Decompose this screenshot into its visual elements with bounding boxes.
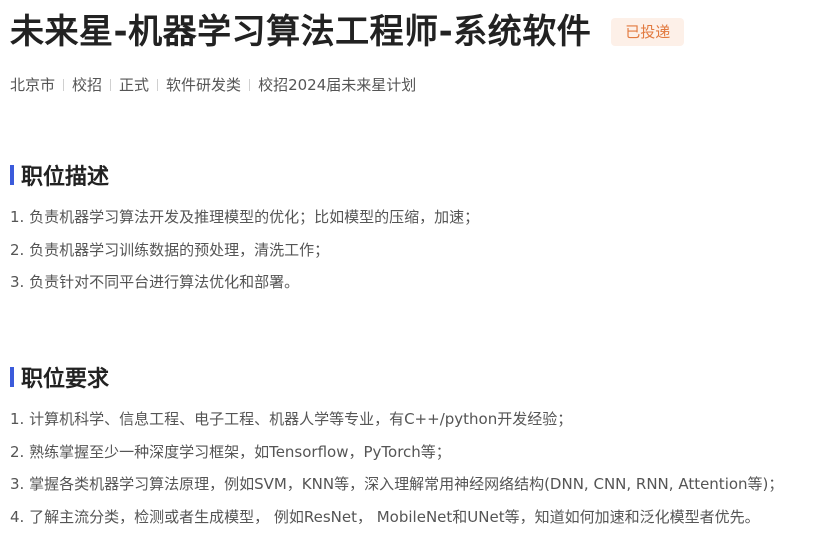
list-item: 3. 掌握各类机器学习算法原理，例如SVM，KNN等，深入理解常用神经网络结构(…: [10, 475, 784, 493]
job-title: 未来星-机器学习算法工程师-系统软件: [10, 12, 592, 52]
requirements-list: 1. 计算机科学、信息工程、电子工程、机器人学等专业，有C++/python开发…: [10, 403, 783, 533]
meta-divider: [249, 78, 251, 91]
list-item: 2. 负责机器学习训练数据的预处理，清洗工作；: [10, 240, 330, 259]
meta-employment-type: 正式: [119, 76, 150, 94]
meta-divider: [110, 78, 112, 91]
description-list: 1. 负责机器学习算法开发及推理模型的优化；比如模型的压缩，加速； 2. 负责机…: [10, 201, 479, 299]
section-accent-bar: [10, 367, 14, 387]
list-item: 1. 负责机器学习算法开发及推理模型的优化；比如模型的压缩，加速；: [10, 208, 480, 226]
status-badge: 已投递: [611, 18, 685, 46]
list-item: 2. 熟练掌握至少一种深度学习框架，如Tensorflow，PyTorch等；: [10, 442, 451, 461]
job-header: 未来星-机器学习算法工程师-系统软件 已投递: [10, 10, 685, 54]
list-item: 3. 负责针对不同平台进行算法优化和部署。: [10, 273, 300, 291]
meta-program: 校招2024届未来星计划: [258, 76, 417, 94]
requirements-heading-text: 职位要求: [21, 367, 110, 392]
requirements-heading: 职位要求: [10, 361, 109, 393]
meta-location: 北京市: [10, 76, 56, 94]
description-heading-text: 职位描述: [21, 165, 110, 190]
section-accent-bar: [10, 165, 14, 185]
meta-recruit-type: 校招: [72, 76, 103, 94]
list-item: 1. 计算机科学、信息工程、电子工程、机器人学等专业，有C++/python开发…: [10, 410, 573, 428]
list-item: 4. 了解主流分类，检测或者生成模型， 例如ResNet， MobileNet和…: [10, 507, 760, 526]
job-meta: 北京市 校招 正式 软件研发类 校招2024届未来星计划: [10, 74, 416, 95]
meta-category: 软件研发类: [166, 76, 242, 94]
meta-divider: [63, 78, 65, 91]
description-heading: 职位描述: [10, 159, 109, 191]
meta-divider: [157, 78, 159, 91]
